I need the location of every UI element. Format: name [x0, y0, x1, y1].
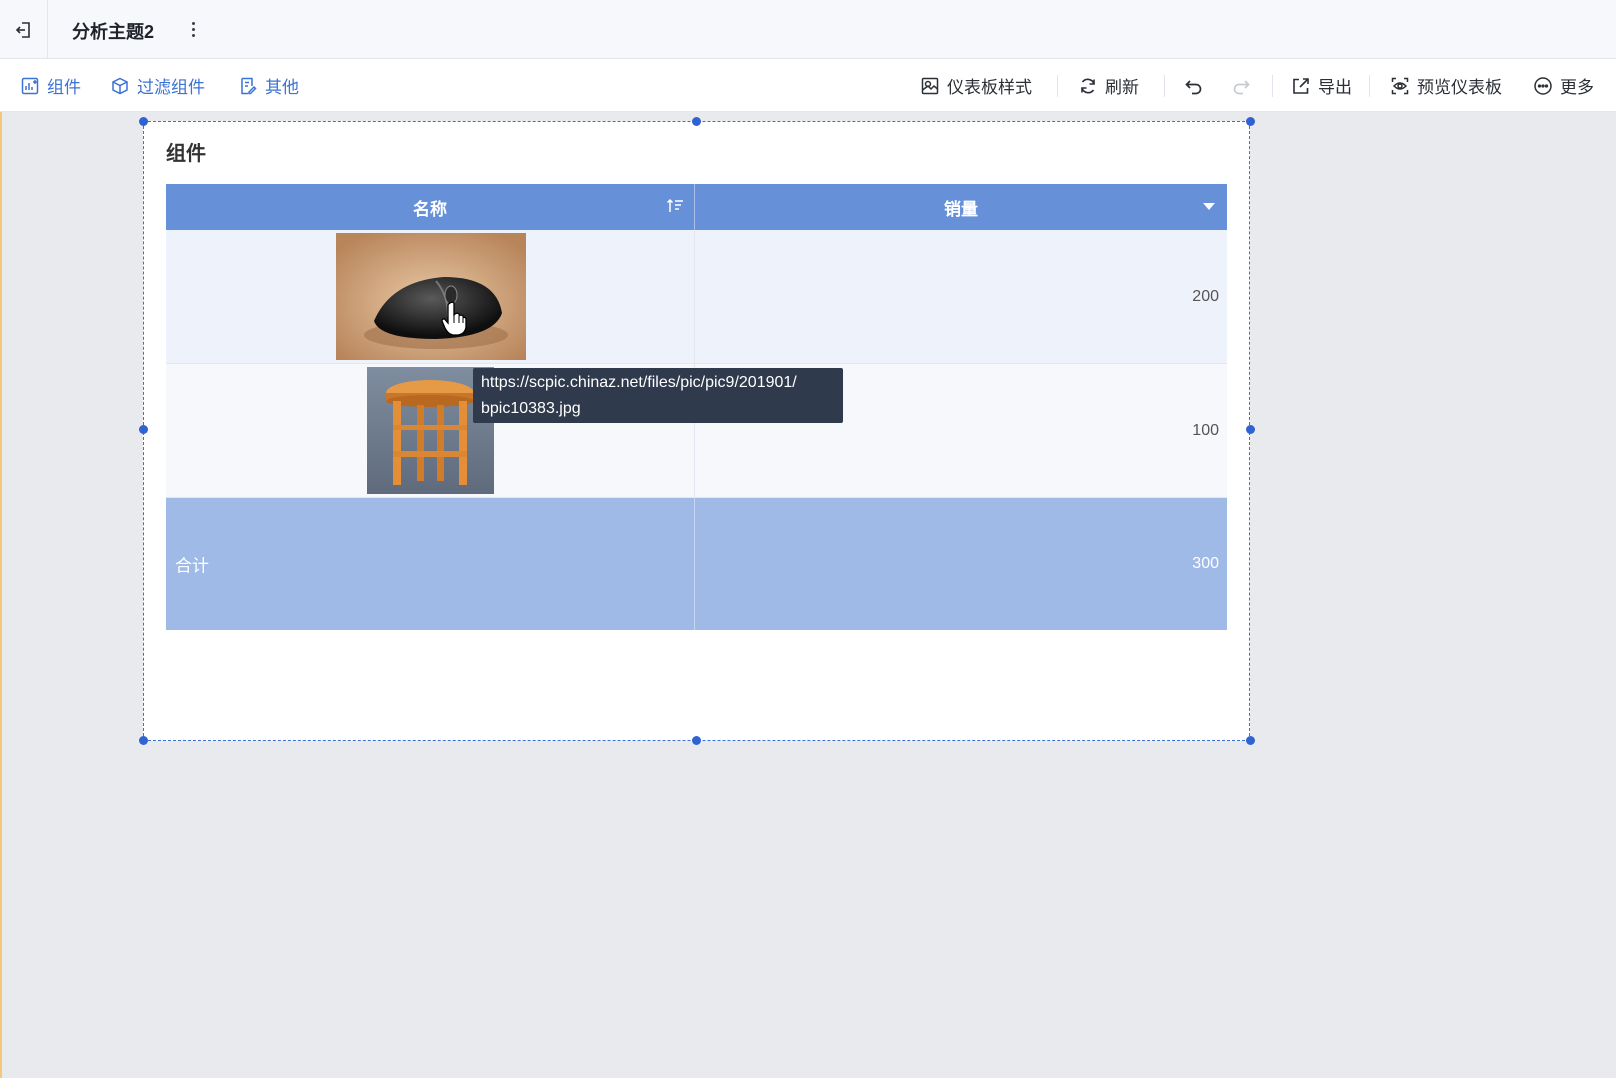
refresh-icon	[1078, 76, 1098, 96]
divider	[1057, 75, 1058, 97]
total-row: 合计 300	[166, 498, 1227, 630]
window-edge	[0, 0, 2, 1078]
sales-value: 100	[1192, 421, 1219, 439]
name-cell	[166, 230, 695, 363]
dashboard-style-label: 仪表板样式	[947, 78, 1032, 97]
total-sales-cell: 300	[695, 498, 1227, 630]
column-header-name[interactable]: 名称	[166, 184, 695, 230]
divider	[1272, 75, 1273, 97]
title-bar: 分析主题2	[0, 0, 1616, 59]
tooltip-line-1: https://scpic.chinaz.net/files/pic/pic9/…	[481, 374, 797, 391]
column-header-label: 名称	[413, 199, 447, 219]
exit-icon	[14, 20, 34, 40]
total-sales-value: 300	[1192, 555, 1219, 572]
dashboard-style-icon	[920, 76, 940, 96]
dashboard-style-button[interactable]: 仪表板样式	[920, 59, 1032, 112]
sales-cell: 200	[695, 230, 1227, 363]
title-more-menu-icon[interactable]	[186, 18, 200, 40]
preview-icon	[1390, 76, 1410, 96]
resize-handle-right[interactable]	[1246, 425, 1255, 434]
hand-cursor-icon	[441, 301, 467, 336]
divider	[1369, 75, 1370, 97]
add-component-button[interactable]: 组件	[20, 59, 81, 112]
undo-button[interactable]	[1184, 59, 1204, 112]
export-button[interactable]: 导出	[1291, 59, 1352, 112]
preview-dashboard-label: 预览仪表板	[1417, 78, 1502, 97]
column-header-sales[interactable]: 销量	[695, 184, 1227, 230]
resize-handle-top[interactable]	[692, 117, 701, 126]
more-label: 更多	[1560, 78, 1594, 97]
table-row[interactable]: 200	[166, 230, 1227, 364]
sort-icon[interactable]	[666, 197, 684, 220]
column-header-label: 销量	[944, 199, 978, 219]
resize-handle-bottom-right[interactable]	[1246, 736, 1255, 745]
page-title: 分析主题2	[72, 22, 155, 42]
divider	[1164, 75, 1165, 97]
resize-handle-top-right[interactable]	[1246, 117, 1255, 126]
refresh-label: 刷新	[1105, 78, 1139, 97]
table-header: 名称 销量	[166, 184, 1227, 230]
sales-value: 200	[1192, 287, 1219, 305]
export-label: 导出	[1318, 78, 1352, 97]
refresh-button[interactable]: 刷新	[1078, 59, 1139, 112]
widget-title: 组件	[166, 143, 206, 165]
filter-component-button[interactable]: 过滤组件	[110, 59, 205, 112]
filter-component-icon	[110, 76, 130, 96]
more-button[interactable]: 更多	[1533, 59, 1594, 112]
component-add-icon	[20, 76, 40, 96]
total-label: 合计	[175, 556, 209, 576]
toolbar: 组件 过滤组件 其他 仪表板样式 刷新 导出 预览仪表板 更多	[0, 59, 1616, 112]
resize-handle-bottom-left[interactable]	[139, 736, 148, 745]
resize-handle-bottom[interactable]	[692, 736, 701, 745]
total-label-cell: 合计	[166, 498, 695, 630]
other-button[interactable]: 其他	[238, 59, 299, 112]
export-icon	[1291, 76, 1311, 96]
more-icon	[1533, 76, 1553, 96]
resize-handle-left[interactable]	[139, 425, 148, 434]
redo-button[interactable]	[1231, 59, 1251, 112]
mouse-image[interactable]	[336, 233, 526, 360]
resize-handle-top-left[interactable]	[139, 117, 148, 126]
image-url-tooltip: https://scpic.chinaz.net/files/pic/pic9/…	[473, 368, 843, 423]
filter-component-label: 过滤组件	[137, 78, 205, 97]
preview-dashboard-button[interactable]: 预览仪表板	[1390, 59, 1502, 112]
exit-button[interactable]	[0, 0, 48, 59]
other-doc-icon	[238, 76, 258, 96]
add-component-label: 组件	[47, 78, 81, 97]
tooltip-line-2: bpic10383.jpg	[481, 400, 581, 417]
dropdown-caret-icon[interactable]	[1203, 203, 1215, 210]
undo-icon	[1184, 76, 1204, 96]
other-label: 其他	[265, 78, 299, 97]
redo-icon	[1231, 76, 1251, 96]
